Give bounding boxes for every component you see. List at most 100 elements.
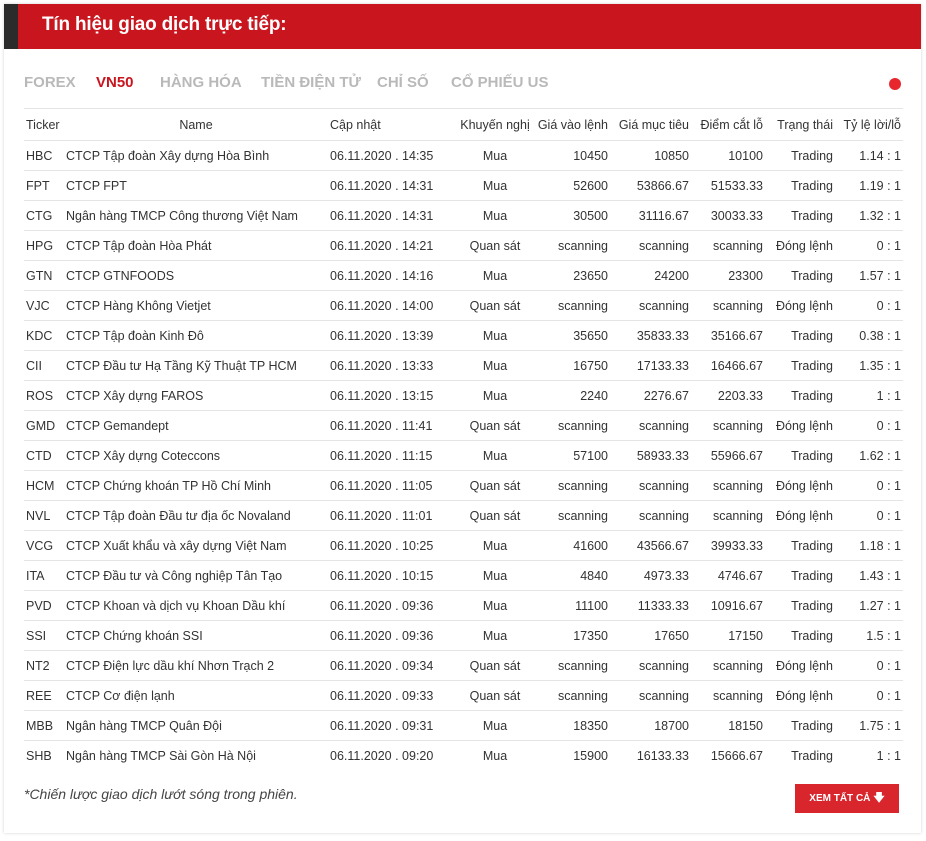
cell-ratio: 1.62 : 1 <box>835 440 903 471</box>
cell-stop-loss: 2203.33 <box>691 380 765 411</box>
tab-co-phieu-us[interactable]: CỔ PHIẾU US <box>451 74 549 91</box>
cell-entry-price: scanning <box>534 650 610 681</box>
cell-entry-price: scanning <box>534 290 610 321</box>
table-row[interactable]: ROS CTCP Xây dựng FAROS 06.11.2020 . 13:15… <box>24 380 903 411</box>
col-status[interactable]: Trạng thái <box>765 108 835 141</box>
cell-stop-loss: scanning <box>691 230 765 261</box>
table-row[interactable]: NT2 CTCP Điện lực dầu khí Nhơn Trạch 2 06.… <box>24 650 903 681</box>
cell-status: Đóng lệnh <box>765 290 835 321</box>
cell-name: CTCP Chứng khoán SSI <box>64 620 328 651</box>
cell-name: CTCP Xây dựng FAROS <box>64 380 328 411</box>
cell-ticker: REE <box>24 680 64 711</box>
cell-updated: 06.11.2020 . 14:31 <box>328 170 456 201</box>
cell-recommendation: Mua <box>456 530 534 561</box>
table-row[interactable]: HBC CTCP Tập đoàn Xây dựng Hòa Bình 06.11.… <box>24 140 903 171</box>
table-row[interactable]: CII CTCP Đầu tư Hạ Tầng Kỹ Thuật TP HCM 06… <box>24 350 903 381</box>
cell-target-price: 17650 <box>610 620 691 651</box>
cell-recommendation: Mua <box>456 170 534 201</box>
table-row[interactable]: MBB Ngân hàng TMCP Quân Đội 06.11.2020 . 0… <box>24 710 903 741</box>
table-row[interactable]: REE CTCP Cơ điện lạnh 06.11.2020 . 09:33 Qu… <box>24 680 903 711</box>
cell-updated: 06.11.2020 . 11:15 <box>328 440 456 471</box>
col-updated[interactable]: Cập nhật <box>328 108 456 141</box>
panel-header: Tín hiệu giao dịch trực tiếp: <box>4 4 921 49</box>
cell-stop-loss: scanning <box>691 680 765 711</box>
table-row[interactable]: CTG Ngân hàng TMCP Công thương Việt Nam 06… <box>24 200 903 231</box>
cell-stop-loss: 35166.67 <box>691 320 765 351</box>
col-target-price[interactable]: Giá mục tiêu <box>610 108 691 141</box>
cell-stop-loss: 55966.67 <box>691 440 765 471</box>
cell-target-price: scanning <box>610 650 691 681</box>
cell-status: Trading <box>765 560 835 591</box>
tab-hang-hoa[interactable]: HÀNG HÓA <box>160 74 242 91</box>
cell-ticker: GMD <box>24 410 64 441</box>
cell-ratio: 1 : 1 <box>835 740 903 771</box>
cell-name: CTCP Hàng Không Vietjet <box>64 290 328 321</box>
market-tabs: FOREX VN50 HÀNG HÓA TIỀN ĐIỆN TỬ CHỈ SỐ … <box>24 74 904 94</box>
cell-updated: 06.11.2020 . 09:33 <box>328 680 456 711</box>
col-name[interactable]: Name <box>64 108 328 141</box>
cell-updated: 06.11.2020 . 14:16 <box>328 260 456 291</box>
cell-updated: 06.11.2020 . 11:41 <box>328 410 456 441</box>
table-row[interactable]: GTN CTCP GTNFOODS 06.11.2020 . 14:16 Mua 236… <box>24 260 903 291</box>
cell-name: CTCP Chứng khoán TP Hồ Chí Minh <box>64 470 328 501</box>
cell-ticker: SSI <box>24 620 64 651</box>
cell-status: Đóng lệnh <box>765 470 835 501</box>
tab-tien-dien-tu[interactable]: TIỀN ĐIỆN TỬ <box>261 74 361 91</box>
table-row[interactable]: SSI CTCP Chứng khoán SSI 06.11.2020 . 09:3… <box>24 620 903 651</box>
table-row[interactable]: GMD CTCP Gemandept 06.11.2020 . 11:41 Quan … <box>24 410 903 441</box>
tab-forex[interactable]: FOREX <box>24 74 76 91</box>
cell-name: CTCP Tập đoàn Kinh Đô <box>64 320 328 351</box>
table-row[interactable]: FPT CTCP FPT 06.11.2020 . 14:31 Mua 52600 538… <box>24 170 903 201</box>
table-row[interactable]: HCM CTCP Chứng khoán TP Hồ Chí Minh 06.11.… <box>24 470 903 501</box>
cell-name: CTCP GTNFOODS <box>64 260 328 291</box>
view-all-button[interactable]: XEM TẤT CẢ 🡇 <box>795 784 899 813</box>
cell-ratio: 1.14 : 1 <box>835 140 903 171</box>
cell-ratio: 0.38 : 1 <box>835 320 903 351</box>
tab-chi-so[interactable]: CHỈ SỐ <box>377 74 429 91</box>
table-row[interactable]: SHB Ngân hàng TMCP Sài Gòn Hà Nội 06.11.20… <box>24 740 903 771</box>
cell-ticker: ITA <box>24 560 64 591</box>
cell-target-price: scanning <box>610 500 691 531</box>
table-row[interactable]: VCG CTCP Xuất khẩu và xây dựng Việt Nam 06… <box>24 530 903 561</box>
table-row[interactable]: NVL CTCP Tập đoàn Đầu tư địa ốc Novaland 0… <box>24 500 903 531</box>
cell-status: Trading <box>765 200 835 231</box>
table-row[interactable]: ITA CTCP Đầu tư và Công nghiệp Tân Tạo 06.… <box>24 560 903 591</box>
cell-recommendation: Quan sát <box>456 410 534 441</box>
cell-ticker: VJC <box>24 290 64 321</box>
cell-stop-loss: scanning <box>691 290 765 321</box>
col-entry-price[interactable]: Giá vào lệnh <box>534 108 610 141</box>
cell-updated: 06.11.2020 . 13:33 <box>328 350 456 381</box>
table-row[interactable]: KDC CTCP Tập đoàn Kinh Đô 06.11.2020 . 13:… <box>24 320 903 351</box>
cell-target-price: 10850 <box>610 140 691 171</box>
cell-status: Trading <box>765 170 835 201</box>
cell-stop-loss: 17150 <box>691 620 765 651</box>
cell-ratio: 0 : 1 <box>835 500 903 531</box>
col-recommendation[interactable]: Khuyến nghị <box>456 108 534 141</box>
cell-entry-price: 23650 <box>534 260 610 291</box>
cell-ticker: HBC <box>24 140 64 171</box>
cell-updated: 06.11.2020 . 14:21 <box>328 230 456 261</box>
cell-updated: 06.11.2020 . 09:36 <box>328 590 456 621</box>
table-row[interactable]: CTD CTCP Xây dựng Coteccons 06.11.2020 . 1… <box>24 440 903 471</box>
cell-target-price: 18700 <box>610 710 691 741</box>
cell-recommendation: Mua <box>456 260 534 291</box>
cell-recommendation: Quan sát <box>456 470 534 501</box>
cell-stop-loss: 30033.33 <box>691 200 765 231</box>
cell-ticker: SHB <box>24 740 64 771</box>
col-ticker[interactable]: Ticker <box>24 108 64 141</box>
cell-ticker: PVD <box>24 590 64 621</box>
cell-ratio: 1.5 : 1 <box>835 620 903 651</box>
tab-vn50[interactable]: VN50 <box>96 74 134 91</box>
col-ratio[interactable]: Tỷ lệ lời/lỗ <box>835 108 903 141</box>
table-row[interactable]: VJC CTCP Hàng Không Vietjet 06.11.2020 . 1… <box>24 290 903 321</box>
cell-updated: 06.11.2020 . 13:39 <box>328 320 456 351</box>
cell-target-price: 11333.33 <box>610 590 691 621</box>
cell-target-price: 2276.67 <box>610 380 691 411</box>
table-row[interactable]: HPG CTCP Tập đoàn Hòa Phát 06.11.2020 . 14… <box>24 230 903 261</box>
cell-ticker: CTG <box>24 200 64 231</box>
table-row[interactable]: PVD CTCP Khoan và dịch vụ Khoan Dầu khí 06… <box>24 590 903 621</box>
cell-recommendation: Mua <box>456 590 534 621</box>
cell-status: Trading <box>765 620 835 651</box>
col-stop-loss[interactable]: Điểm cắt lỗ <box>691 108 765 141</box>
cell-target-price: 17133.33 <box>610 350 691 381</box>
